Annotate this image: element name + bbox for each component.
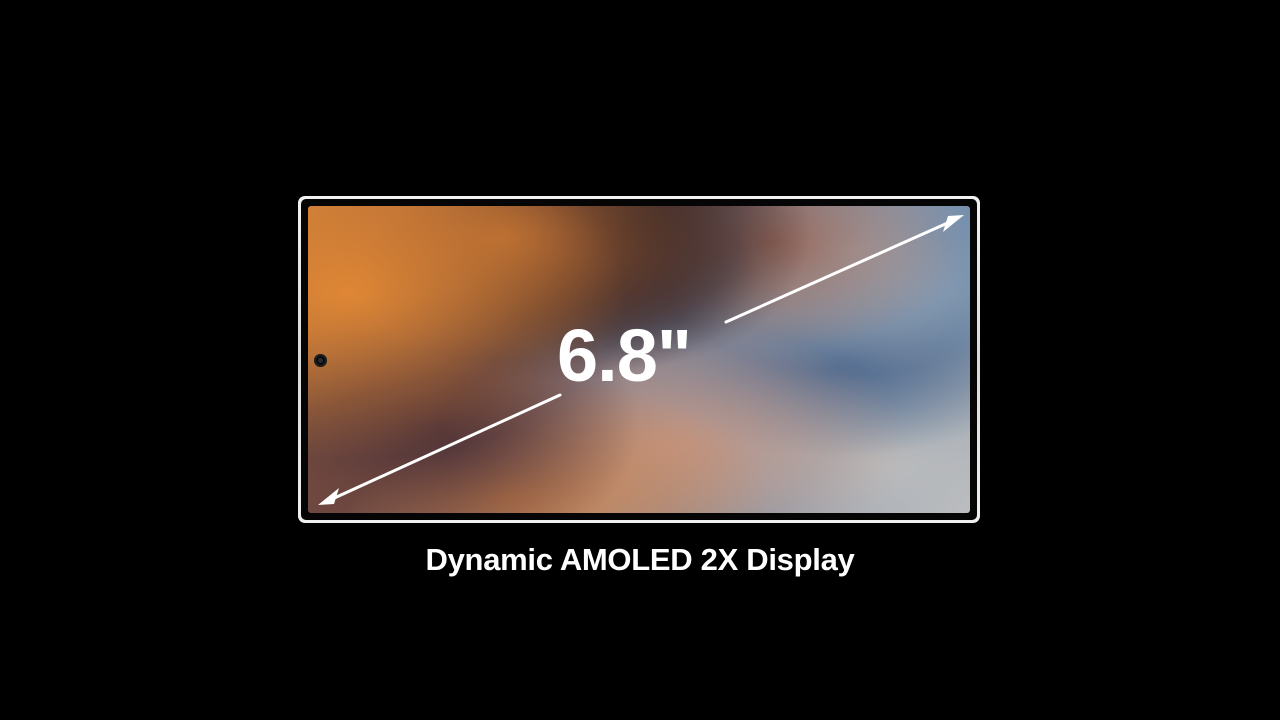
arrow-line-lower (328, 393, 562, 502)
arrowhead-lower-left (318, 488, 339, 505)
screen-size-label: 6.8" (557, 314, 692, 397)
display-caption: Dynamic AMOLED 2X Display (425, 542, 855, 577)
slide: 6.8" Dynamic AMOLED 2X Display (0, 0, 1280, 720)
arrow-line-upper (724, 219, 954, 324)
phone-screen-wallpaper: 6.8" (308, 206, 970, 513)
arrowhead-upper-right (943, 215, 964, 232)
phone-frame: 6.8" (298, 196, 980, 523)
phone-bezel: 6.8" (301, 199, 977, 520)
